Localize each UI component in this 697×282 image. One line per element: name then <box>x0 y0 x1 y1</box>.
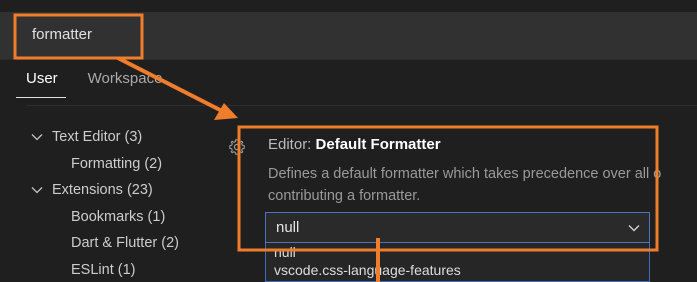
chevron-down-icon <box>30 130 44 144</box>
toc-item-bookmarks[interactable]: Bookmarks (1) <box>30 204 179 231</box>
toc-item-label: Formatting (2) <box>71 155 163 172</box>
toc-item-label: ESLint (1) <box>71 261 136 278</box>
setting-name: Default Formatter <box>315 136 441 153</box>
search-input[interactable]: formatter <box>32 26 92 43</box>
settings-scope-tabs: User Workspace <box>16 70 163 98</box>
default-formatter-select[interactable]: null <box>265 212 650 243</box>
setting-description-line: contributing a formatter. <box>268 188 421 204</box>
select-value: null <box>276 219 300 236</box>
toc-item-dart-flutter[interactable]: Dart & Flutter (2) <box>30 230 179 257</box>
setting-description-line: Defines a default formatter which takes … <box>268 166 662 182</box>
toc-item-formatting[interactable]: Formatting (2) <box>30 151 179 178</box>
formatter-dropdown-list: null vscode.css-language-features <box>265 243 650 282</box>
settings-toc: Text Editor (3) Formatting (2) Extension… <box>30 124 179 282</box>
toc-item-eslint[interactable]: ESLint (1) <box>30 257 179 282</box>
setting-title: Editor: Default Formatter <box>268 136 441 153</box>
tab-user[interactable]: User <box>16 70 66 98</box>
tabs-divider <box>26 105 697 106</box>
toc-item-label: Dart & Flutter (2) <box>71 235 179 252</box>
toc-item-text-editor[interactable]: Text Editor (3) <box>30 124 179 151</box>
dropdown-option[interactable]: vscode.css-language-features <box>266 261 649 279</box>
chevron-down-icon <box>30 183 44 197</box>
toc-item-label: Extensions (23) <box>52 182 153 199</box>
settings-search-bar[interactable]: formatter <box>0 12 697 60</box>
gear-icon[interactable] <box>228 138 246 156</box>
setting-description: Defines a default formatter which takes … <box>268 163 697 207</box>
toc-item-label: Text Editor (3) <box>52 129 143 146</box>
tab-workspace[interactable]: Workspace <box>88 70 163 98</box>
setting-category: Editor: <box>268 136 316 153</box>
toc-item-extensions[interactable]: Extensions (23) <box>30 177 179 204</box>
toc-item-label: Bookmarks (1) <box>71 208 166 225</box>
chevron-down-icon <box>627 221 641 235</box>
dropdown-option[interactable]: null <box>266 243 649 261</box>
